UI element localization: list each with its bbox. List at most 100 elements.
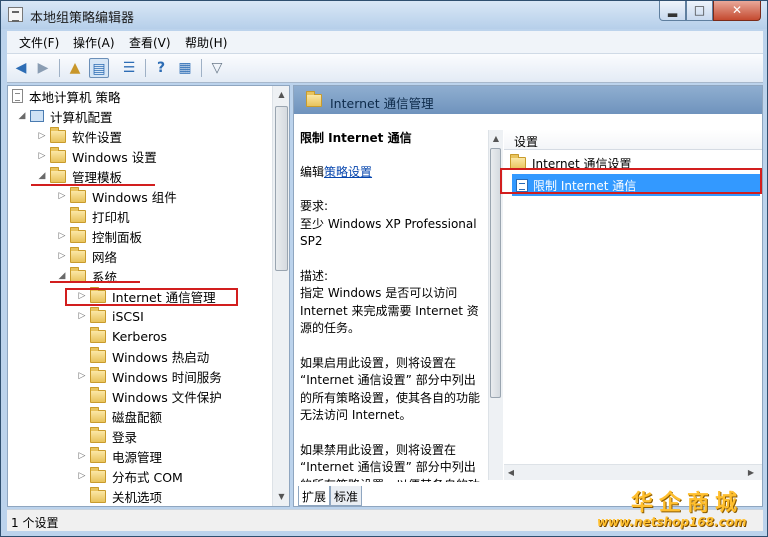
scroll-right-icon[interactable]: ▶ — [744, 464, 758, 481]
folder-icon — [90, 326, 106, 343]
folder-icon — [306, 91, 322, 107]
status-text: 1 个设置 — [11, 516, 59, 530]
extended-description: 限制 Internet 通信 编辑策略设置 要求: 至少 Windows XP P… — [300, 130, 485, 482]
tree-item-shutdown-options[interactable]: 关机选项 — [76, 486, 162, 506]
tab-standard[interactable]: 标准 — [330, 486, 363, 506]
tree-item-iscsi[interactable]: ▷ iSCSI — [76, 306, 144, 326]
tree-scroll-thumb[interactable] — [275, 106, 288, 271]
tree-item-kerberos[interactable]: Kerberos — [76, 326, 167, 346]
folder-icon — [90, 466, 106, 483]
settings-hscrollbar[interactable]: ◀ ▶ — [504, 464, 762, 480]
tree-item-windows-hot-start[interactable]: Windows 热启动 — [76, 346, 209, 366]
expanded-arrow-icon[interactable]: ◢ — [16, 111, 28, 121]
scroll-down-icon[interactable]: ▼ — [273, 488, 289, 505]
tree-item-control-panel[interactable]: ▷ 控制面板 — [56, 226, 142, 246]
expanded-arrow-icon[interactable]: ◢ — [56, 271, 68, 281]
filter-icon[interactable]: ▽ — [207, 58, 227, 78]
watermark-url: www.netshop168.com — [597, 515, 747, 529]
annotation-underline — [31, 184, 155, 186]
collapsed-arrow-icon[interactable]: ▷ — [76, 371, 88, 381]
folder-icon — [90, 486, 106, 503]
watermark-brand: 华企商城 — [631, 491, 744, 516]
folder-icon — [90, 346, 106, 363]
tree-scrollbar[interactable]: ▲ ▼ — [272, 86, 289, 506]
toolbar-separator — [201, 59, 202, 77]
show-hide-tree-icon[interactable]: ▤ — [89, 58, 109, 78]
scroll-up-icon[interactable]: ▲ — [489, 130, 503, 147]
menu-action[interactable]: 操作(A) — [73, 34, 115, 51]
tree-item-windows-time-service[interactable]: ▷ Windows 时间服务 — [76, 366, 222, 386]
folder-icon — [90, 426, 106, 443]
tree-item-system[interactable]: ◢ 系统 — [56, 266, 117, 286]
tree-item-printers[interactable]: 打印机 — [56, 206, 130, 226]
tree-item-windows-components[interactable]: ▷ Windows 组件 — [56, 186, 177, 206]
tree-item-windows-file-protection[interactable]: Windows 文件保护 — [76, 386, 222, 406]
folder-icon — [90, 446, 106, 463]
toolbar-separator — [59, 59, 60, 77]
menu-view[interactable]: 查看(V) — [129, 34, 171, 51]
window-title: 本地组策略编辑器 — [30, 11, 135, 26]
toolbar: ◀ ▶ ▲ ▤ ☰ ? ▦ ▽ — [7, 53, 763, 83]
folder-icon — [90, 306, 106, 323]
scroll-up-icon[interactable]: ▲ — [273, 86, 289, 103]
folder-icon — [70, 186, 86, 203]
description-disable: 如果禁用此设置，则将设置在 “Internet 通信设置” 部分中列出的所有策略… — [300, 442, 480, 483]
folder-icon — [70, 226, 86, 243]
tree-item-software-settings[interactable]: ▷ 软件设置 — [36, 126, 122, 146]
folder-icon — [50, 126, 66, 143]
back-icon[interactable]: ◀ — [11, 58, 31, 78]
folder-icon — [70, 206, 86, 223]
collapsed-arrow-icon[interactable]: ▷ — [56, 191, 68, 201]
tree-item-computer-configuration[interactable]: ◢ 计算机配置 — [16, 106, 113, 126]
folder-icon — [50, 146, 66, 163]
collapsed-arrow-icon[interactable]: ▷ — [76, 311, 88, 321]
collapsed-arrow-icon[interactable]: ▷ — [56, 251, 68, 261]
toolbar-separator — [145, 59, 146, 77]
app-icon — [8, 7, 23, 22]
collapsed-arrow-icon[interactable]: ▷ — [76, 451, 88, 461]
policy-doc-icon — [12, 89, 23, 103]
collapsed-arrow-icon[interactable]: ▷ — [56, 231, 68, 241]
policy-title: 限制 Internet 通信 — [300, 131, 412, 145]
edit-policy-line: 编辑策略设置 — [300, 164, 373, 179]
close-button[interactable]: ✕ — [713, 1, 761, 21]
tree-item-power-management[interactable]: ▷ 电源管理 — [76, 446, 162, 466]
collapsed-arrow-icon[interactable]: ▷ — [36, 151, 48, 161]
forward-icon[interactable]: ▶ — [33, 58, 53, 78]
scroll-left-icon[interactable]: ◀ — [504, 464, 518, 481]
tree-item-disk-quotas[interactable]: 磁盘配额 — [76, 406, 162, 426]
tree-item-logon[interactable]: 登录 — [76, 426, 137, 446]
up-folder-icon[interactable]: ▲ — [65, 58, 85, 78]
group-policy-editor-window: 本地组策略编辑器 ▂ □ ✕ 文件(F) 操作(A) 查看(V) 帮助(H) ◀… — [0, 0, 768, 537]
folder-icon — [50, 166, 66, 183]
description-block: 描述: 指定 Windows 是否可以访问 Internet 来完成需要 Inte… — [300, 268, 479, 336]
minimize-button[interactable]: ▂ — [659, 1, 686, 21]
folder-icon — [90, 366, 106, 383]
edit-policy-link[interactable]: 策略设置 — [324, 165, 372, 179]
menu-file[interactable]: 文件(F) — [19, 34, 59, 51]
settings-column-header[interactable]: 设置 — [504, 130, 762, 150]
properties-icon[interactable]: ▦ — [175, 58, 195, 78]
tree-item-local-computer-policy[interactable]: 本地计算机 策略 — [12, 86, 120, 106]
details-header-title: Internet 通信管理 — [330, 96, 434, 111]
description-enable: 如果启用此设置，则将设置在 “Internet 通信设置” 部分中列出的所有策略… — [300, 355, 481, 423]
tree-item-windows-settings[interactable]: ▷ Windows 设置 — [36, 146, 157, 166]
maximize-button[interactable]: □ — [686, 1, 713, 21]
tab-extended[interactable]: 扩展 — [298, 486, 331, 506]
help-icon[interactable]: ? — [151, 58, 171, 78]
menu-help[interactable]: 帮助(H) — [185, 34, 227, 51]
export-list-icon[interactable]: ☰ — [119, 58, 139, 78]
details-header: Internet 通信管理 — [294, 86, 762, 114]
expanded-arrow-icon[interactable]: ◢ — [36, 171, 48, 181]
requirements-block: 要求: 至少 Windows XP Professional SP2 — [300, 199, 477, 248]
collapsed-arrow-icon[interactable]: ▷ — [76, 471, 88, 481]
tree-item-administrative-templates[interactable]: ◢ 管理模板 — [36, 166, 122, 186]
view-tabs: 扩展 标准 — [298, 486, 363, 506]
computer-icon — [30, 110, 44, 122]
annotation-underline — [50, 281, 140, 283]
collapsed-arrow-icon[interactable]: ▷ — [36, 131, 48, 141]
tree-item-distributed-com[interactable]: ▷ 分布式 COM — [76, 466, 183, 486]
title-bar[interactable]: 本地组策略编辑器 ▂ □ ✕ — [1, 1, 767, 29]
tree-item-network[interactable]: ▷ 网络 — [56, 246, 117, 266]
annotation-box — [65, 288, 238, 306]
